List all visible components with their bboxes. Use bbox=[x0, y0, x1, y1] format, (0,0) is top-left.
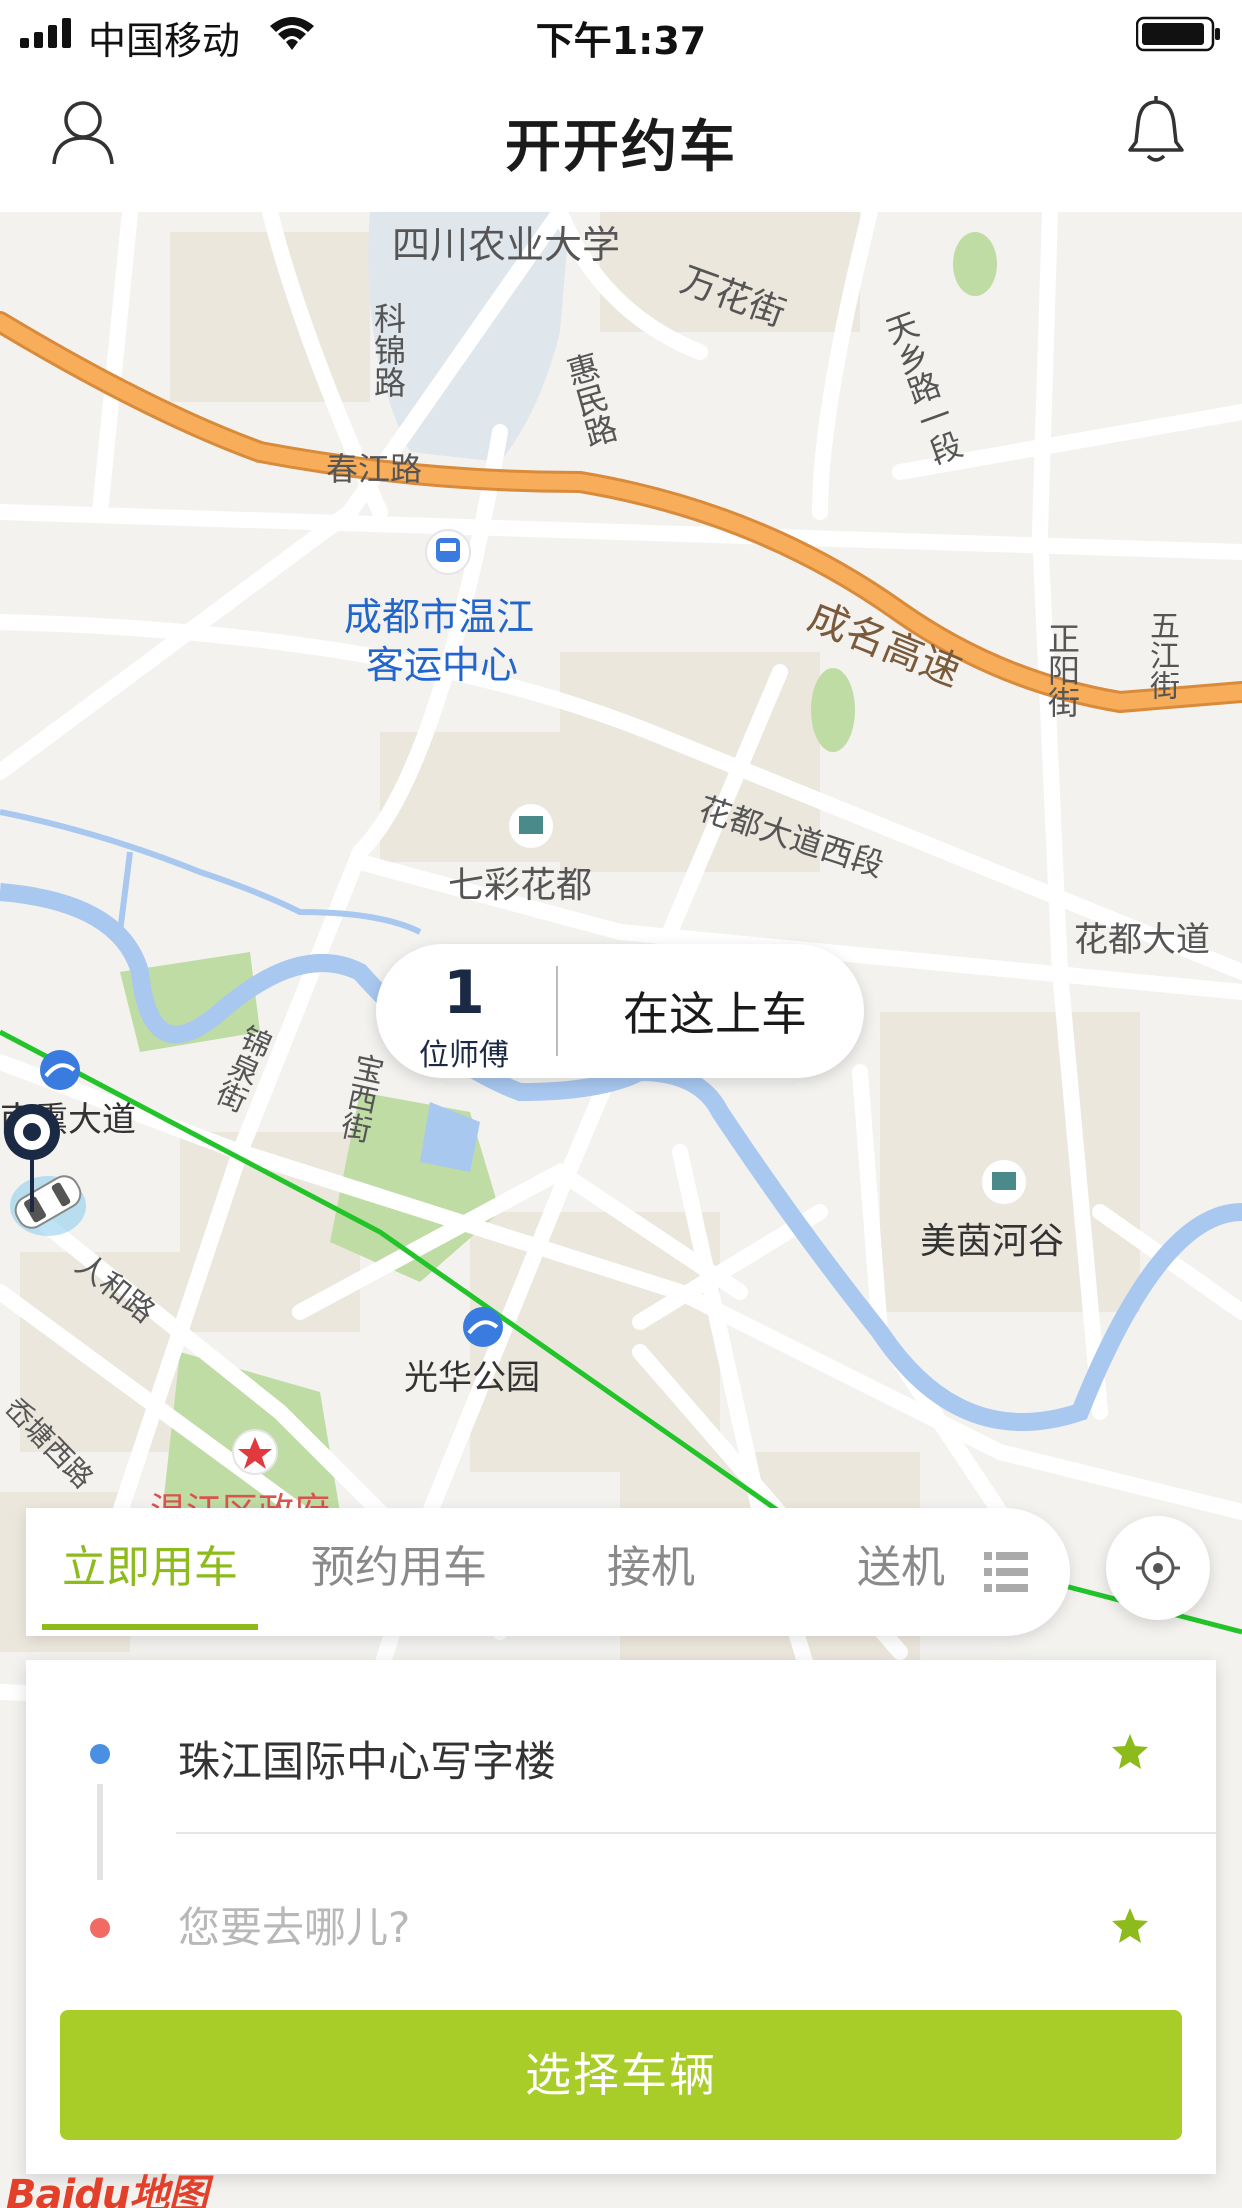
start-location[interactable]: 珠江国际中心写字楼 bbox=[178, 1728, 556, 1789]
select-vehicle-button[interactable]: 选择车辆 bbox=[60, 2010, 1182, 2140]
pickup-here-label: 在这上车 bbox=[623, 987, 807, 1041]
map-label: 科锦路 bbox=[369, 302, 407, 398]
map-label: 四川农业大学 bbox=[392, 223, 621, 267]
favorite-star-icon[interactable] bbox=[1110, 1732, 1150, 1772]
baidu-map-logo: Baidu地图 bbox=[6, 2172, 208, 2208]
driver-count: 1 bbox=[443, 958, 485, 1028]
status-bar: 中国移动 下午1:37 bbox=[0, 0, 1242, 66]
crosshair-icon bbox=[1136, 1546, 1180, 1590]
battery-icon bbox=[1136, 16, 1220, 52]
map-label: 五江街 bbox=[1144, 610, 1179, 700]
map-label: 正阳街 bbox=[1043, 622, 1081, 718]
map-label: 成都市温江 bbox=[344, 595, 535, 639]
route-connector bbox=[97, 1784, 103, 1880]
favorite-star-icon[interactable] bbox=[1110, 1906, 1150, 1946]
tab-airport-dropoff[interactable]: 送机 bbox=[796, 1508, 1006, 1636]
locate-me-button[interactable] bbox=[1106, 1516, 1210, 1620]
map-label: 光华公园 bbox=[404, 1358, 540, 1398]
map-label: 花都大道 bbox=[1074, 920, 1210, 960]
map-label: 美茵河谷 bbox=[920, 1221, 1065, 1262]
status-time: 下午1:37 bbox=[535, 19, 707, 63]
tab-reserve-ride[interactable]: 预约用车 bbox=[288, 1508, 510, 1636]
destination-dot bbox=[90, 1918, 110, 1938]
active-tab-indicator bbox=[42, 1624, 258, 1630]
map-label: 客运中心 bbox=[366, 643, 519, 687]
app-header: 开开约车 bbox=[0, 66, 1242, 212]
map-label: 七彩花都 bbox=[448, 865, 593, 906]
location-pin-icon bbox=[4, 1104, 60, 1212]
row-divider bbox=[176, 1832, 1216, 1834]
callout-divider bbox=[556, 966, 558, 1056]
tab-ride-now[interactable]: 立即用车 bbox=[42, 1508, 258, 1636]
destination-input[interactable] bbox=[178, 1892, 1078, 1962]
tab-airport-pickup[interactable]: 接机 bbox=[556, 1508, 746, 1636]
driver-count-label: 位师傅 bbox=[419, 1038, 509, 1073]
start-point-dot bbox=[90, 1744, 110, 1764]
map-label: 春江路 bbox=[326, 450, 423, 488]
list-menu-icon[interactable] bbox=[984, 1552, 1028, 1592]
notification-bell-icon[interactable] bbox=[1126, 96, 1186, 166]
ride-type-tabs: 立即用车 预约用车 接机 送机 bbox=[26, 1508, 1070, 1636]
page-title: 开开约车 bbox=[505, 115, 737, 180]
trip-panel: 珠江国际中心写字楼 选择车辆 bbox=[26, 1660, 1216, 2174]
pickup-callout[interactable]: 1 位师傅 在这上车 bbox=[376, 944, 864, 1078]
